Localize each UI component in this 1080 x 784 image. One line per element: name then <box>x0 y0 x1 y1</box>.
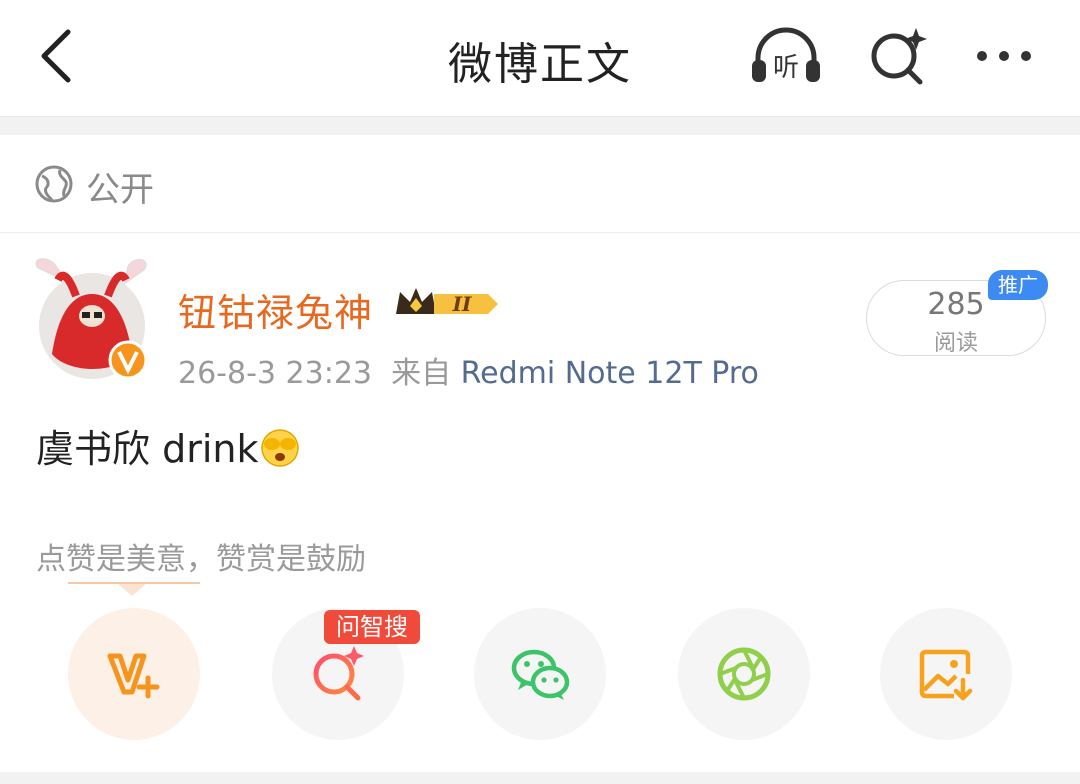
avatar[interactable] <box>28 254 158 384</box>
crown-level-icon[interactable]: II <box>392 284 502 324</box>
listen-headphones-icon[interactable]: 听 <box>746 24 826 88</box>
verified-badge-icon <box>108 340 148 380</box>
globe-icon <box>35 165 73 203</box>
top-bar: 微博正文 听 <box>0 0 1080 116</box>
wechat-icon <box>511 649 570 700</box>
reward-hint: 点赞是美意，赞赏是鼓励 <box>36 542 366 577</box>
more-dots-icon[interactable] <box>966 24 1046 88</box>
listen-label: 听 <box>773 53 799 83</box>
level-badge-text: II <box>452 292 472 316</box>
ai-search-badge: 问智搜 <box>324 610 420 644</box>
promo-badge[interactable]: 推广 <box>988 270 1048 300</box>
visibility-row: 公开 <box>0 134 1080 233</box>
post-text: 虞书欣 drink <box>36 418 300 473</box>
ai-search-icon[interactable] <box>860 24 940 88</box>
author-name[interactable]: 钮钴禄兔神 <box>178 282 373 337</box>
bottom-divider <box>0 772 1080 784</box>
save-image-icon <box>919 649 973 701</box>
wechat-share-button[interactable] <box>474 608 606 740</box>
moments-share-button[interactable] <box>678 608 810 740</box>
section-divider <box>0 116 1080 135</box>
save-image-button[interactable] <box>880 608 1012 740</box>
cover-face-emoji-icon <box>261 429 300 467</box>
reward-v-plus-icon <box>107 653 160 699</box>
hint-pointer <box>118 584 146 596</box>
reads-label: 阅读 <box>933 331 978 356</box>
source-device[interactable]: Redmi Note 12T Pro <box>461 356 759 391</box>
visibility-label: 公开 <box>86 170 154 210</box>
post-meta: 26-8-3 23:23 来自 Redmi Note 12T Pro <box>178 348 759 392</box>
source-prefix: 来自 <box>391 356 452 391</box>
ai-search-icon <box>313 646 364 701</box>
moments-shutter-icon <box>717 647 771 701</box>
reward-button[interactable] <box>68 608 200 740</box>
post-text-body: 虞书欣 drink <box>36 427 259 471</box>
post-time: 26-8-3 23:23 <box>178 356 372 391</box>
